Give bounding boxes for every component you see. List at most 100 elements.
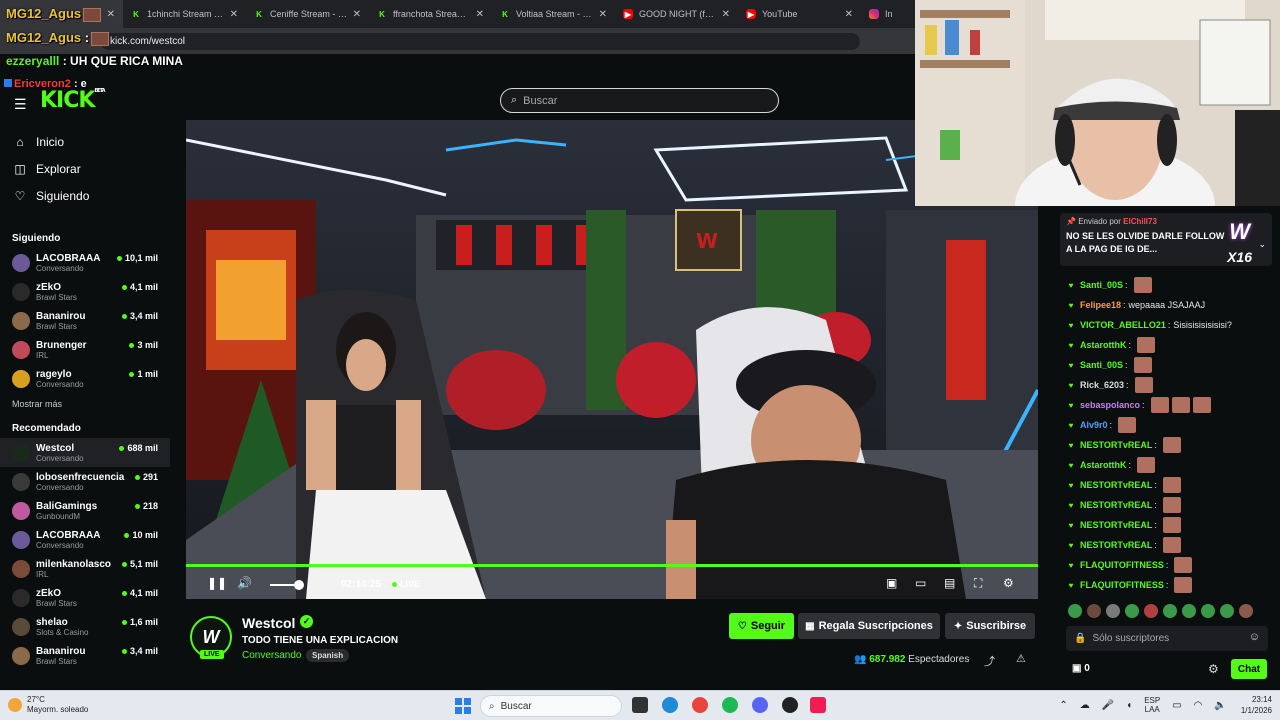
emote-icon[interactable] [1239, 604, 1253, 618]
channel-item[interactable]: milenkanolasco IRL 5,1 mil [0, 554, 170, 583]
network-icon[interactable]: ☁ [1080, 700, 1090, 711]
chat-message[interactable]: ♥ AstarotthK: [1066, 336, 1156, 354]
chat-message[interactable]: ♥ sebaspolanco: [1066, 396, 1211, 414]
pinned-message[interactable]: 📌 Enviado por ElChill73 NO SE LES OLVIDE… [1060, 213, 1272, 266]
address-bar[interactable]: kick.com/westcol [0, 28, 915, 54]
chat-message[interactable]: ♥ NESTORTvREAL: [1066, 536, 1181, 554]
sidebar-item-inicio[interactable]: ⌂ Inicio [0, 128, 170, 155]
channel-item[interactable]: lobosenfrecuencia Conversando 291 [0, 467, 170, 496]
channel-item[interactable]: LACOBRAAA Conversando 10 mil [0, 525, 170, 554]
clock[interactable]: 23:14 1/1/2026 [1241, 694, 1272, 716]
chat-message[interactable]: ♥ NESTORTvREAL: [1066, 516, 1181, 534]
close-icon[interactable]: ✕ [107, 9, 115, 20]
chat-username[interactable]: NESTORTvREAL [1080, 480, 1152, 490]
chat-message[interactable]: ♥ Rick_6203: [1066, 376, 1153, 394]
volume-slider[interactable] [270, 584, 296, 586]
gift-subs-button[interactable]: ▦ Regala Suscripciones [798, 613, 940, 639]
channel-item[interactable]: zEkO Brawl Stars 4,1 mil [0, 277, 170, 306]
show-more-link[interactable]: Mostrar más [0, 393, 170, 413]
url-text[interactable]: kick.com/westcol [100, 32, 860, 50]
channel-item[interactable]: Bananirou Brawl Stars 3,4 mil [0, 306, 170, 335]
chat-username[interactable]: Felipee18 [1080, 300, 1121, 310]
emote-icon[interactable] [1068, 604, 1082, 618]
chat-username[interactable]: Alv9r0 [1080, 420, 1108, 430]
chat-username[interactable]: AstarotthK [1080, 340, 1127, 350]
search-input[interactable]: ⌕ Buscar [500, 88, 779, 113]
chat-message[interactable]: ♥ Santi_00S: [1066, 356, 1152, 374]
stream-category[interactable]: Conversando [242, 650, 301, 661]
chat-username[interactable]: Rick_6203 [1080, 380, 1124, 390]
channel-item[interactable]: LACOBRAAA Conversando 10,1 mil [0, 248, 170, 277]
kick-logo[interactable]: KICKBETA [40, 88, 106, 113]
discord-icon[interactable] [752, 697, 768, 713]
chat-message[interactable]: ♥ FLAQUITOFITNESS: [1066, 576, 1193, 594]
emote-icon[interactable] [1220, 604, 1234, 618]
emote-icon[interactable] [1125, 604, 1139, 618]
obs-icon[interactable] [782, 697, 798, 713]
chat-message[interactable]: ♥ VICTOR_ABELLO21: Sisisisisisisisi? [1066, 316, 1232, 334]
emote-icon[interactable] [1163, 604, 1177, 618]
volume-knob[interactable] [294, 580, 304, 590]
miniplayer-icon[interactable]: ▣ [886, 576, 897, 590]
chat-username[interactable]: FLAQUITOFITNESS [1080, 560, 1164, 570]
edge-icon[interactable] [662, 697, 678, 713]
chat-input[interactable]: 🔒 Sólo suscriptores ☺ [1066, 626, 1268, 651]
chat-message[interactable]: ♥ Santi_00S: [1066, 276, 1152, 294]
browser-tab[interactable]: K Voltiaa Stream - Wat ✕ [492, 0, 615, 28]
mic-icon[interactable]: 🎤 [1102, 700, 1114, 711]
chat-username[interactable]: FLAQUITOFITNESS [1080, 580, 1164, 590]
chat-message[interactable]: ♥ NESTORTvREAL: [1066, 496, 1181, 514]
emote-icon[interactable] [1087, 604, 1101, 618]
chat-username[interactable]: NESTORTvREAL [1080, 440, 1152, 450]
fullscreen-icon[interactable]: ⛶ [974, 576, 982, 591]
channel-item[interactable]: zEkO Brawl Stars 4,1 mil [0, 583, 170, 612]
sidebar-item-siguiendo[interactable]: ♡ Siguiendo [0, 182, 170, 209]
display-icon[interactable]: ▭ [1172, 700, 1181, 711]
chat-username[interactable]: AstarotthK [1080, 460, 1127, 470]
speaker-icon[interactable]: 🔈 [1214, 700, 1226, 711]
chat-username[interactable]: sebaspolanco [1080, 400, 1140, 410]
chat-settings-icon[interactable]: ⚙ [1208, 662, 1219, 676]
close-icon[interactable]: ✕ [722, 9, 730, 20]
chat-username[interactable]: NESTORTvREAL [1080, 520, 1152, 530]
chat-message[interactable]: ♥ Felipee18: wepaaaa JSAJAAJ [1066, 296, 1205, 314]
chat-message[interactable]: ♥ FLAQUITOFITNESS: [1066, 556, 1193, 574]
theater-mode-icon[interactable]: ▤ [944, 576, 955, 590]
emote-icon[interactable] [1106, 604, 1120, 618]
video-player[interactable]: W ❚❚ 🔊 02:14:25 LIVE ▣ ▭ ▤ ⛶ ⚙ [186, 120, 1038, 599]
settings-gear-icon[interactable]: ⚙ [1003, 576, 1014, 590]
emote-icon[interactable] [1182, 604, 1196, 618]
close-icon[interactable]: ✕ [230, 9, 238, 20]
channel-item[interactable]: BaliGamings GunboundM 218 [0, 496, 170, 525]
chat-message[interactable]: ♥ Alv9r0: [1066, 416, 1137, 434]
channel-item[interactable]: Westcol Conversando 688 mil [0, 438, 170, 467]
browser-tab[interactable]: Kffranchota Stream - W ✕ [369, 0, 492, 28]
close-icon[interactable]: ✕ [599, 9, 607, 20]
channel-item[interactable]: Brunenger IRL 3 mil [0, 335, 170, 364]
progress-bar[interactable] [186, 564, 1038, 567]
close-icon[interactable]: ✕ [476, 9, 484, 20]
weather-widget[interactable]: 27°C Mayorm. soleado [8, 695, 88, 715]
clip-icon[interactable]: ▭ [915, 576, 926, 590]
chat-message[interactable]: ♥ NESTORTvREAL: [1066, 436, 1181, 454]
task-view-icon[interactable] [632, 697, 648, 713]
chat-username[interactable]: Santi_00S [1080, 360, 1123, 370]
follow-button[interactable]: ♡ Seguir [729, 613, 794, 639]
chat-message[interactable]: ♥ NESTORTvREAL: [1066, 476, 1181, 494]
emote-icon[interactable] [1144, 604, 1158, 618]
chevron-up-icon[interactable]: ⌃ [1059, 700, 1067, 711]
chat-username[interactable]: NESTORTvREAL [1080, 540, 1152, 550]
windows-start-icon[interactable] [455, 698, 471, 714]
channel-name[interactable]: Westcol [242, 615, 295, 631]
chevron-down-icon[interactable]: ⌄ [1258, 239, 1266, 250]
report-icon[interactable]: ⚠ [1016, 652, 1026, 665]
taskbar-search[interactable]: ⌕ Buscar [480, 695, 622, 717]
browser-tab[interactable]: ▶ GOOD NIGHT (feat. I ✕ [615, 0, 738, 28]
chat-send-button[interactable]: Chat [1231, 659, 1267, 679]
chat-username[interactable]: Santi_00S [1080, 280, 1123, 290]
chat-username[interactable]: VICTOR_ABELLO21 [1080, 320, 1166, 330]
share-icon[interactable]: ⤴ [984, 653, 995, 669]
volume-icon[interactable]: 🔊 [237, 576, 252, 590]
headset-icon[interactable]: ◖ [1126, 700, 1132, 711]
subscribe-button[interactable]: ✦ Suscribirse [945, 613, 1035, 639]
